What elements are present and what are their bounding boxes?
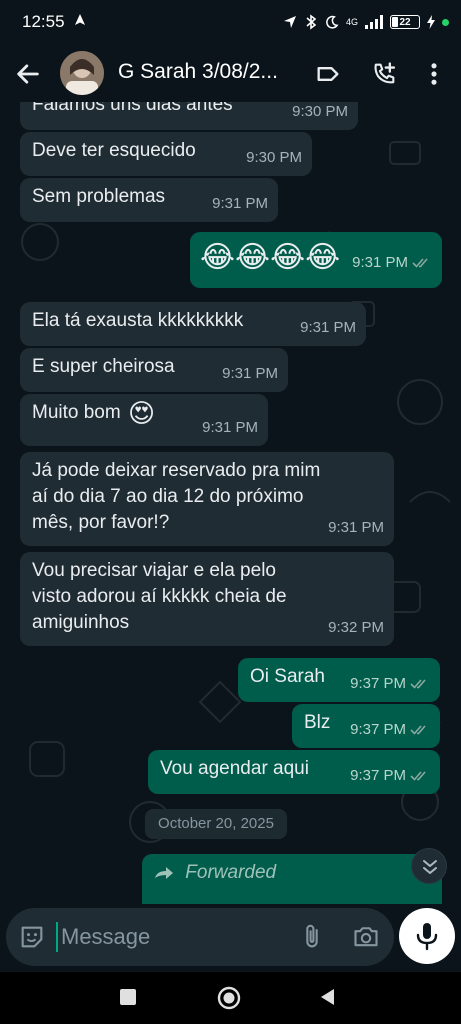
battery-level: 22: [399, 16, 411, 28]
charging-icon: [427, 15, 435, 29]
message-time: 9:37 PM: [350, 767, 406, 784]
navigation-arrow-icon: [75, 14, 85, 25]
message-bubble-incoming[interactable]: Deve ter esquecido 9:30 PM: [20, 132, 312, 176]
avatar[interactable]: [60, 51, 104, 95]
message-time: 9:37 PM: [350, 675, 406, 692]
message-time: 9:37 PM: [350, 721, 406, 738]
message-time: 9:31 PM: [300, 319, 356, 336]
message-text: Sem problemas: [32, 186, 166, 207]
message-time: 9:31 PM: [222, 365, 278, 382]
message-line: Vou precisar viajar e ela pelo: [32, 560, 276, 581]
call-add-icon[interactable]: [370, 60, 398, 88]
status-bar: 12:55 4G 22: [0, 0, 461, 46]
read-ticks-icon: [412, 258, 428, 268]
mic-button[interactable]: [399, 908, 455, 964]
message-bubble-outgoing[interactable]: Vou agendar aqui 9:37 PM: [148, 750, 440, 794]
message-text: Falamos uns dias antes: [32, 102, 233, 115]
forwarded-label: Forwarded: [185, 862, 277, 883]
message-text: Vou agendar aqui: [160, 758, 309, 779]
double-chevron-down-icon: [423, 860, 437, 874]
forward-icon: [155, 866, 173, 879]
message-text: E super cheirosa: [32, 356, 175, 377]
message-text: Deve ter esquecido: [32, 140, 196, 161]
message-bubble-outgoing[interactable]: Oi Sarah 9:37 PM: [238, 658, 440, 702]
message-bubble-outgoing[interactable]: Blz 9:37 PM: [292, 704, 440, 748]
message-meta: 9:37 PM: [350, 763, 430, 789]
location-icon: [283, 16, 296, 28]
message-time: 9:31 PM: [328, 519, 384, 536]
message-bubble-incoming[interactable]: E super cheirosa 9:31 PM: [20, 348, 288, 392]
message-text: Muito bom: [32, 402, 121, 424]
home-icon[interactable]: [216, 985, 242, 1011]
attach-icon[interactable]: [298, 923, 326, 951]
heart-eyes-emoji: 😍: [127, 398, 156, 428]
mic-icon: [416, 923, 438, 951]
message-time: 9:32 PM: [328, 619, 384, 636]
message-meta: 9:37 PM: [350, 671, 430, 697]
privacy-indicator-dot: [442, 18, 449, 26]
message-time: 9:31 PM: [202, 419, 258, 436]
message-bubble-incoming[interactable]: Vou precisar viajar e ela pelo visto ado…: [20, 552, 394, 646]
signal-icon: [365, 15, 383, 29]
more-vert-icon[interactable]: [420, 60, 448, 88]
date-separator: October 20, 2025: [145, 809, 287, 839]
bluetooth-icon: [306, 14, 317, 30]
message-bubble-outgoing[interactable]: 😂😂😂😂 9:31 PM: [190, 232, 442, 288]
status-time: 12:55: [22, 12, 65, 31]
message-text: Blz: [304, 712, 331, 733]
message-line: aí do dia 7 ao dia 12 do próximo: [32, 486, 304, 507]
message-list[interactable]: Falamos uns dias antes 9:30 PM Deve ter …: [0, 102, 461, 904]
system-nav-bar: [0, 972, 461, 1024]
battery-icon: 22: [390, 15, 420, 29]
camera-icon[interactable]: [352, 923, 380, 951]
message-bubble-incoming[interactable]: Sem problemas 9:31 PM: [20, 178, 278, 222]
read-ticks-icon: [410, 679, 426, 689]
message-line: Já pode deixar reservado pra mim: [32, 460, 321, 481]
message-meta: 9:37 PM: [350, 717, 430, 743]
chat-header: G Sarah 3/08/2...: [0, 46, 461, 102]
composer-bar: [0, 904, 461, 972]
message-bubble-incoming[interactable]: Muito bom 😍 9:31 PM: [20, 394, 268, 446]
moon-icon: [326, 15, 339, 29]
message-time: 9:30 PM: [246, 149, 302, 166]
chat-title[interactable]: G Sarah 3/08/2...: [118, 60, 298, 84]
message-bubble-incoming[interactable]: Falamos uns dias antes 9:30 PM: [20, 102, 358, 130]
message-line: visto adorou aí kkkkk cheia de: [32, 586, 287, 607]
message-meta: 9:31 PM: [352, 243, 432, 283]
text-caret: [56, 922, 58, 952]
sticker-icon[interactable]: [18, 923, 46, 951]
message-bubble-incoming[interactable]: Ela tá exausta kkkkkkkkk 9:31 PM: [20, 302, 366, 346]
recents-icon[interactable]: [119, 988, 137, 1006]
scroll-to-bottom-button[interactable]: [411, 848, 447, 884]
read-ticks-icon: [410, 771, 426, 781]
label-icon[interactable]: [314, 60, 342, 88]
message-text: 😂😂😂😂: [200, 241, 341, 274]
network-label: 4G: [345, 16, 358, 27]
status-icons: 4G 22: [282, 12, 449, 32]
arrow-back-icon[interactable]: [14, 60, 42, 88]
message-time: 9:31 PM: [212, 195, 268, 212]
message-time: 9:30 PM: [292, 103, 348, 120]
message-text: Ela tá exausta kkkkkkkkk: [32, 310, 244, 331]
message-bubble-forwarded[interactable]: Forwarded: [142, 854, 442, 904]
message-composer[interactable]: [6, 908, 394, 966]
message-text: Oi Sarah: [250, 666, 325, 687]
message-input[interactable]: [61, 918, 281, 956]
message-bubble-incoming[interactable]: Já pode deixar reservado pra mim aí do d…: [20, 452, 394, 546]
read-ticks-icon: [410, 725, 426, 735]
message-time: 9:31 PM: [352, 254, 408, 271]
back-nav-icon[interactable]: [318, 987, 338, 1007]
